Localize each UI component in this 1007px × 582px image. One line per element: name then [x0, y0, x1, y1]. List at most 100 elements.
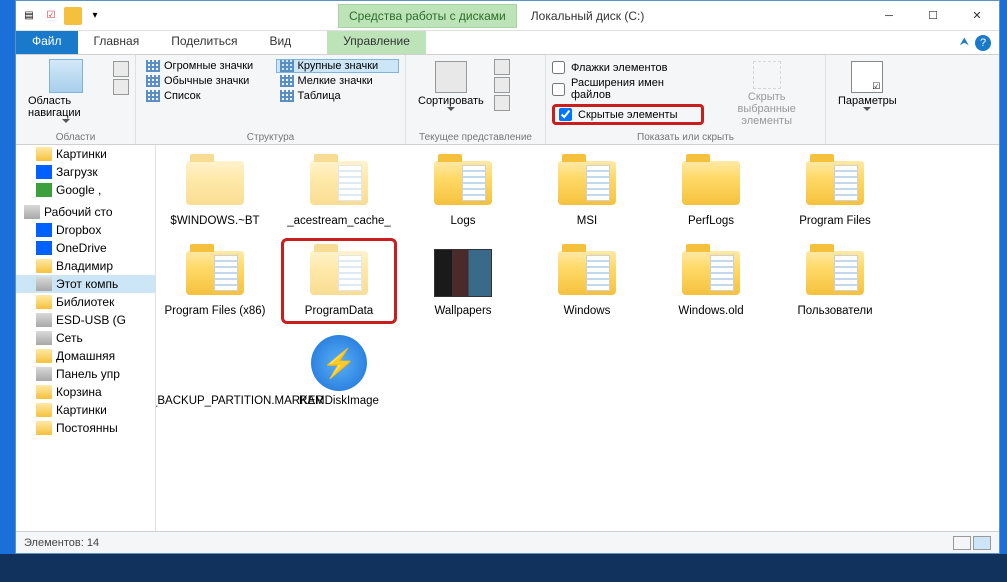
file-item[interactable]: Logs	[408, 151, 518, 231]
folder-icon	[558, 251, 616, 295]
details-pane-button[interactable]	[113, 79, 129, 95]
qat-newfolder-icon[interactable]	[64, 7, 82, 25]
sidebar-item-label: Корзина	[56, 385, 102, 399]
file-item[interactable]: $WINDOWS.~BT	[160, 151, 270, 231]
file-item[interactable]: Program Files (x86)	[160, 241, 270, 321]
sidebar-item[interactable]: Загрузк	[16, 163, 155, 181]
file-item[interactable]: Пользователи	[780, 241, 890, 321]
sidebar-item[interactable]: Панель упр	[16, 365, 155, 383]
sort-button[interactable]: Сортировать	[412, 57, 490, 111]
minimize-button[interactable]: ─	[867, 2, 911, 30]
menubar: Файл Главная Поделиться Вид Управление ⮝…	[16, 31, 999, 55]
layout-option[interactable]: Огромные значки	[142, 59, 266, 73]
sidebar-item[interactable]: Библиотек	[16, 293, 155, 311]
file-list[interactable]: $WINDOWS.~BT _acestream_cache_ Logs MSI Perf…	[156, 145, 999, 531]
checkbox-option[interactable]: Расширения имен файлов	[552, 77, 704, 101]
item-label: ProgramData	[305, 305, 373, 317]
item-icon-wrap	[677, 245, 745, 301]
file-item[interactable]: MSI	[532, 151, 642, 231]
options-button[interactable]: ☑ Параметры	[832, 57, 903, 111]
sidebar-item-label: Google ,	[56, 183, 101, 197]
maximize-button[interactable]: ☐	[911, 2, 955, 30]
sidebar-item[interactable]: Google ,	[16, 181, 155, 199]
sidebar-item-label: Рабочий сто	[44, 205, 113, 219]
file-item[interactable]: Windows.old	[656, 241, 766, 321]
checkbox[interactable]	[552, 61, 565, 74]
sidebar-item[interactable]: Этот компь	[16, 275, 155, 293]
sidebar-item[interactable]: Dropbox	[16, 221, 155, 239]
ribbon-group-showhide: Флажки элементов Расширения имен файлов Ск…	[546, 55, 826, 144]
ribbon: Область навигации Области Огромные значк…	[16, 55, 999, 145]
file-item[interactable]: Program Files	[780, 151, 890, 231]
file-item[interactable]: $WINRE_BACKUP_PARTITION.MARKER	[160, 331, 270, 411]
file-icon	[186, 339, 244, 387]
layout-option[interactable]: Крупные значки	[276, 59, 400, 73]
sidebar-item[interactable]: Владимир	[16, 257, 155, 275]
ribbon-group-panes: Область навигации Области	[16, 55, 136, 144]
item-icon-wrap	[801, 155, 869, 211]
sidebar-item[interactable]: ESD-USB (G	[16, 311, 155, 329]
layout-option[interactable]: Мелкие значки	[276, 74, 400, 88]
sidebar-item-label: Владимир	[56, 259, 113, 273]
sidebar-item[interactable]: Картинки	[16, 401, 155, 419]
chevron-down-icon	[863, 107, 871, 111]
item-label: _acestream_cache_	[287, 215, 391, 227]
sidebar-item[interactable]: Домашняя	[16, 347, 155, 365]
file-item[interactable]: PerfLogs	[656, 151, 766, 231]
item-icon-wrap	[553, 155, 621, 211]
file-item[interactable]: _acestream_cache_	[284, 151, 394, 231]
layout-option-label: Крупные значки	[298, 60, 379, 72]
file-item[interactable]: Windows	[532, 241, 642, 321]
help-icon[interactable]: ?	[975, 35, 991, 51]
tab-share[interactable]: Поделиться	[155, 31, 253, 54]
qat-properties-icon[interactable]: ☑	[42, 7, 60, 25]
sidebar-item[interactable]: Постоянны	[16, 419, 155, 437]
sidebar-item-icon	[36, 147, 52, 161]
sidebar-item-icon	[36, 223, 52, 237]
sizecolumns-button[interactable]	[494, 95, 510, 111]
sidebar-item[interactable]: Сеть	[16, 329, 155, 347]
sidebar-item-icon	[36, 295, 52, 309]
sidebar-item[interactable]: Корзина	[16, 383, 155, 401]
layout-option-label: Таблица	[298, 90, 341, 102]
checkbox[interactable]	[552, 83, 565, 96]
preview-pane-button[interactable]	[113, 61, 129, 77]
file-tab[interactable]: Файл	[16, 31, 78, 54]
sidebar-item[interactable]: OneDrive	[16, 239, 155, 257]
checkbox-option[interactable]: Скрытые элементы	[552, 104, 704, 125]
ribbon-collapse-icon[interactable]: ⮝	[960, 36, 969, 49]
details-view-button[interactable]	[953, 536, 971, 550]
layout-icon	[146, 60, 160, 72]
file-item[interactable]: ⚡RAMDiskImage	[284, 331, 394, 411]
hide-selected-label: Скрыть выбранные элементы	[722, 91, 811, 127]
tab-home[interactable]: Главная	[78, 31, 156, 54]
sidebar-item[interactable]: Рабочий сто	[16, 203, 155, 221]
sidebar-item-label: OneDrive	[56, 241, 107, 255]
taskbar[interactable]	[0, 554, 1007, 582]
layout-option[interactable]: Таблица	[276, 89, 400, 103]
item-icon-wrap: ⚡	[305, 335, 373, 391]
tab-manage[interactable]: Управление	[327, 31, 426, 54]
checkbox[interactable]	[559, 108, 572, 121]
layout-icon	[280, 75, 294, 87]
addcolumn-button[interactable]	[494, 77, 510, 93]
sidebar-item-icon	[36, 259, 52, 273]
layout-option[interactable]: Список	[142, 89, 266, 103]
item-label: MSI	[577, 215, 597, 227]
checkbox-option[interactable]: Флажки элементов	[552, 61, 704, 74]
close-button[interactable]: ✕	[955, 2, 999, 30]
file-item[interactable]: Wallpapers	[408, 241, 518, 321]
sidebar-item[interactable]: Картинки	[16, 145, 155, 163]
groupby-button[interactable]	[494, 59, 510, 75]
icons-view-button[interactable]	[973, 536, 991, 550]
tab-view[interactable]: Вид	[253, 31, 307, 54]
layout-option-label: Обычные значки	[164, 75, 249, 87]
navigation-tree[interactable]: КартинкиЗагрузкGoogle ,Рабочий стоDropbo…	[16, 145, 156, 531]
layout-option[interactable]: Обычные значки	[142, 74, 266, 88]
navigation-pane-button[interactable]: Область навигации	[22, 57, 109, 125]
item-icon-wrap	[305, 245, 373, 301]
group-label-showhide: Показать или скрыть	[546, 132, 825, 143]
qat-dropdown-icon[interactable]: ▾	[86, 7, 104, 25]
file-item[interactable]: ProgramData	[284, 241, 394, 321]
item-label: Program Files	[799, 215, 871, 227]
